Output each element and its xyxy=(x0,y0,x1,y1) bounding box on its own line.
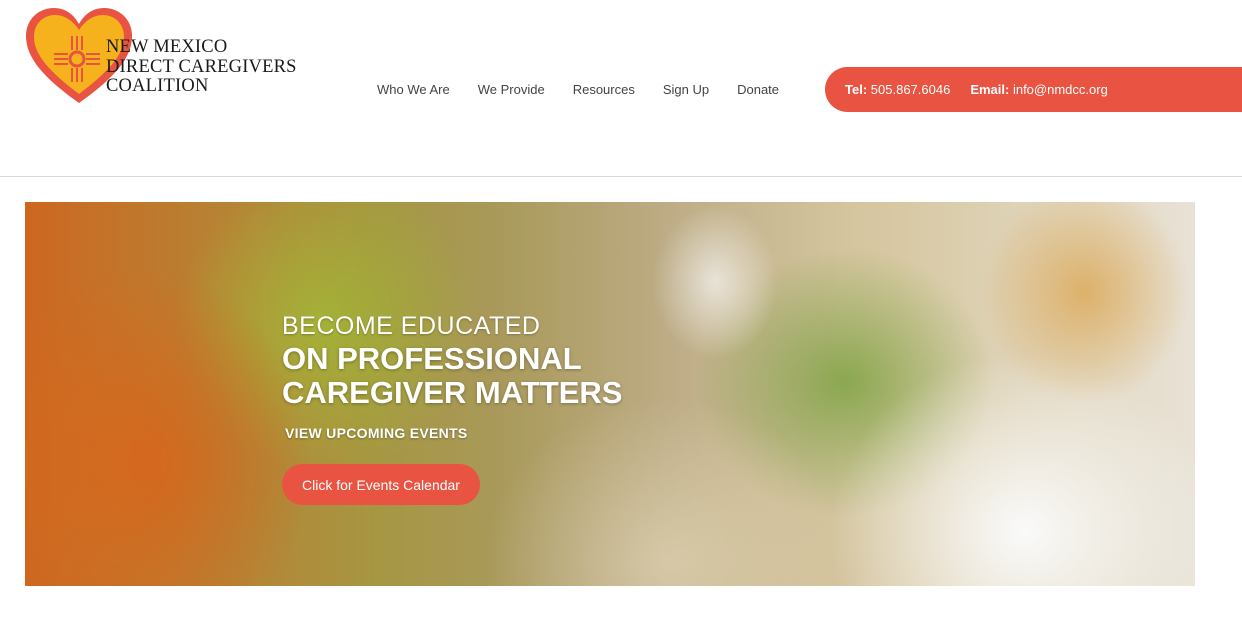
contact-phone[interactable]: Tel: 505.867.6046 xyxy=(845,82,950,97)
nav-sign-up[interactable]: Sign Up xyxy=(649,78,723,101)
email-value: info@nmdcc.org xyxy=(1012,82,1108,97)
hero-title-line-1: ON PROFESSIONAL xyxy=(282,341,582,376)
hero-title: ON PROFESSIONAL CAREGIVER MATTERS xyxy=(282,342,622,410)
phone-value: 505.867.6046 xyxy=(870,82,951,97)
main-nav: Who We Are We Provide Resources Sign Up … xyxy=(363,78,793,101)
hero-subtitle: VIEW UPCOMING EVENTS xyxy=(285,425,468,441)
logo-line-3: COALITION xyxy=(106,76,209,96)
logo-line-2: DIRECT CAREGIVERS xyxy=(106,56,297,77)
logo-wordmark: NEW MEXICO DIRECT CAREGIVERS COALITION xyxy=(106,37,297,97)
nav-we-provide[interactable]: We Provide xyxy=(464,78,559,101)
hero-title-line-2: CAREGIVER MATTERS xyxy=(282,375,623,410)
contact-bar: Tel: 505.867.6046 Email: info@nmdcc.org xyxy=(825,67,1242,112)
email-label: Email: xyxy=(970,82,1010,97)
site-header: NEW MEXICO DIRECT CAREGIVERS COALITION W… xyxy=(0,0,1242,177)
hero-kicker: BECOME EDUCATED xyxy=(282,312,541,340)
events-calendar-button[interactable]: Click for Events Calendar xyxy=(282,464,480,505)
hero-slider: BECOME EDUCATED ON PROFESSIONAL CAREGIVE… xyxy=(25,202,1195,586)
logo-line-1: NEW MEXICO xyxy=(106,37,228,57)
phone-label: Tel: xyxy=(845,82,868,97)
site-logo[interactable]: NEW MEXICO DIRECT CAREGIVERS COALITION xyxy=(24,6,304,106)
nav-who-we-are[interactable]: Who We Are xyxy=(363,78,464,101)
contact-email[interactable]: Email: info@nmdcc.org xyxy=(970,82,1108,97)
nav-resources[interactable]: Resources xyxy=(559,78,649,101)
nav-donate[interactable]: Donate xyxy=(723,78,793,101)
